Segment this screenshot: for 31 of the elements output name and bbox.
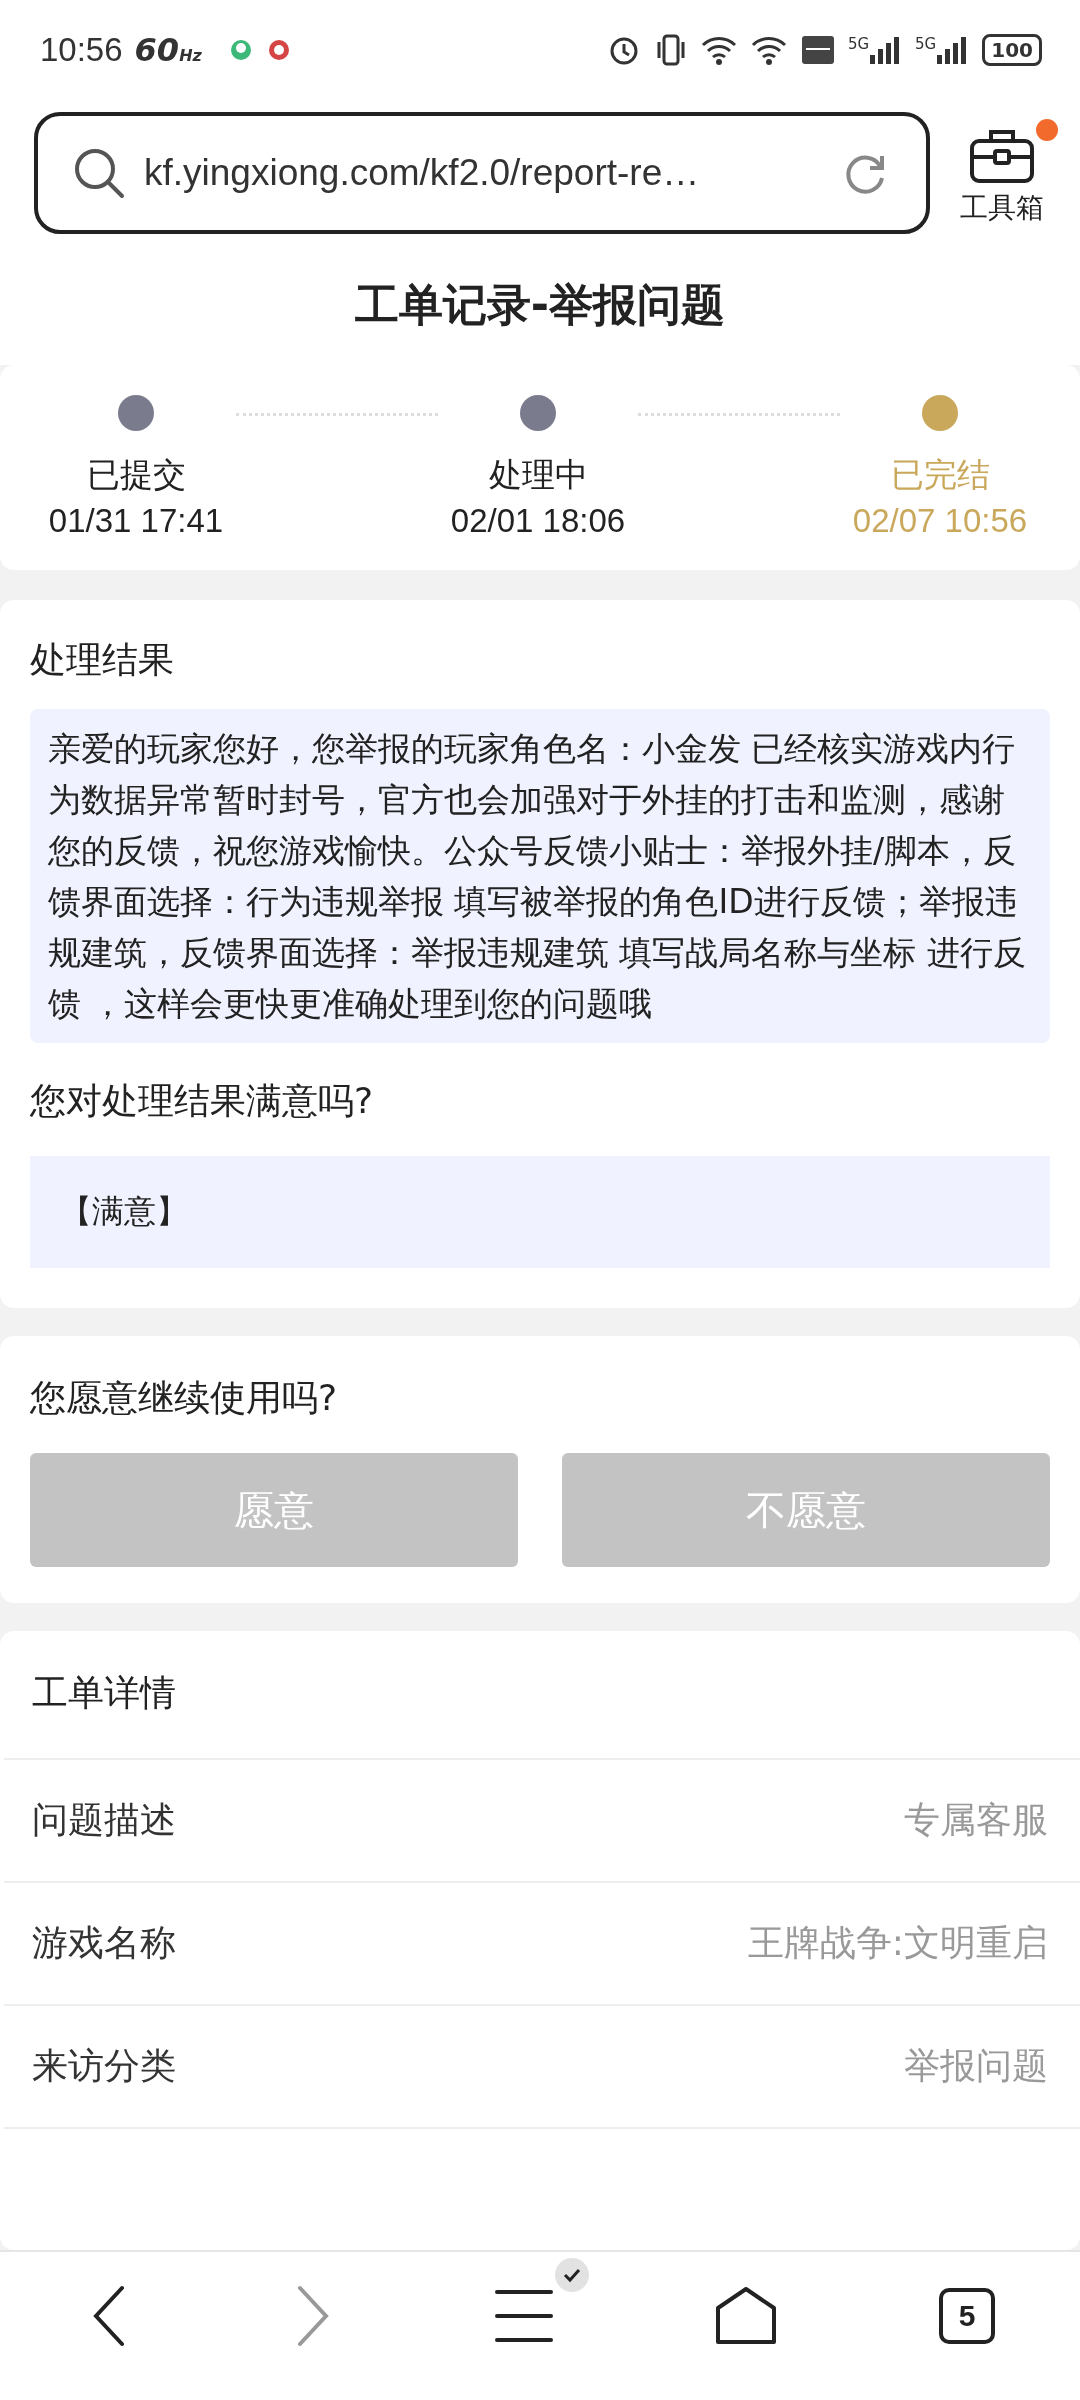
step-label: 处理中 [488, 454, 588, 496]
network-type: 5G [915, 35, 937, 53]
continue-question: 您愿意继续使用吗? [30, 1376, 339, 1420]
section-heading: 处理结果 [30, 638, 175, 682]
toolbox-button[interactable]: 工具箱 [960, 119, 1058, 227]
toolbox-icon [969, 127, 1035, 183]
step-time: 02/01 18:06 [450, 502, 626, 540]
address-bar[interactable]: kf.yingxiong.com/kf2.0/report-re… [34, 112, 930, 234]
url-text: kf.yingxiong.com/kf2.0/report-re… [144, 152, 701, 194]
home-icon[interactable] [714, 2286, 777, 2346]
menu-icon[interactable] [494, 2288, 553, 2344]
satisfaction-question: 您对处理结果满意吗? [30, 1079, 375, 1123]
step-time: 01/31 17:41 [48, 502, 224, 540]
network-type: 5G [847, 35, 870, 53]
detail-label: 游戏名称 [32, 1921, 176, 1965]
detail-label: 来访分类 [32, 2044, 176, 2088]
detail-label: 问题描述 [32, 1798, 176, 1842]
satisfaction-answer: 【满意】 [30, 1156, 1050, 1268]
detail-value: 专属客服 [904, 1798, 1048, 1842]
step-label: 已完结 [890, 454, 990, 496]
page-title: 工单记录-举报问题 [0, 248, 1080, 365]
step-label: 已提交 [86, 454, 186, 496]
detail-value: 举报问题 [904, 2044, 1048, 2088]
refresh-rate: 60Hz [134, 31, 202, 69]
section-heading: 工单详情 [4, 1631, 1080, 1760]
step-time: 02/07 10:56 [852, 502, 1028, 540]
tabs-button[interactable]: 5 [939, 2288, 995, 2344]
result-message: 亲爱的玩家您好，您举报的玩家角色名：小金发 已经核实游戏内行为数据异常暂时封号，官方也会加强对于外挂的打击和监测，感谢您的反馈，祝您游戏愉快。公众号反馈小贴士：举报外挂/脚本，反馈界面选择：行为违规举报 填写被举报的角色ID进行反馈；举报违规建筑，反馈界面选择：举报违规建筑 填写战局名称与坐标 进行反馈 ，这样会更快更准确处理到您的问题哦 [30, 709, 1050, 1043]
detail-value: 王牌战争:文明重启 [747, 1921, 1048, 1965]
battery-level: 100 [982, 34, 1042, 66]
status-time: 10:56 [40, 31, 123, 69]
